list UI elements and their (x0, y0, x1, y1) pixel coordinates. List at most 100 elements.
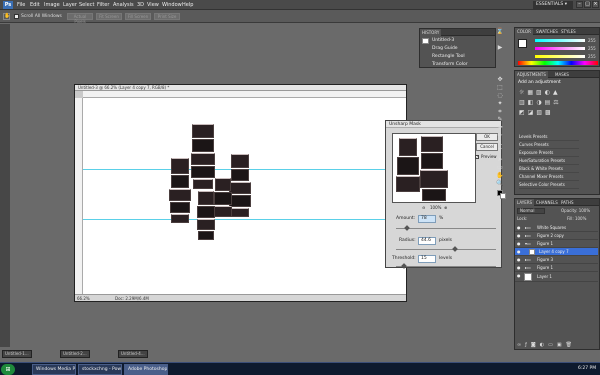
preview-checkbox[interactable]: ✓ (475, 155, 479, 159)
adjustment-preset-item[interactable]: Black & White Presets (519, 165, 579, 173)
hand-tool-icon[interactable]: ✋ (496, 172, 504, 179)
blend-mode-select[interactable]: Normal (517, 208, 545, 214)
eye-icon[interactable]: ● (517, 234, 521, 238)
fit-screen-button[interactable]: Fit Screen (96, 13, 122, 20)
cancel-button[interactable]: Cancel (476, 143, 498, 151)
eye-icon[interactable]: ● (517, 258, 521, 262)
fill-screen-button[interactable]: Fill Screen (125, 13, 151, 20)
menu-file[interactable]: File (17, 2, 25, 8)
guide-line[interactable] (83, 219, 406, 220)
radius-slider-knob[interactable] (452, 246, 458, 252)
menu-window[interactable]: Window (162, 2, 182, 8)
color-spectrum[interactable] (518, 61, 598, 65)
adjustment-preset-item[interactable]: Hue/Saturation Presets (519, 157, 579, 165)
minimized-document[interactable]: Untitled-1... (2, 350, 32, 358)
shape-tool-icon[interactable]: ▭ (496, 164, 504, 171)
zoom-tool-icon[interactable]: 🔍 (496, 180, 504, 187)
layer-row[interactable]: ● ▸▭ Figure 1 (515, 264, 598, 272)
tab-color[interactable]: COLOR (515, 28, 533, 35)
blue-slider[interactable] (535, 55, 585, 58)
path-select-icon[interactable]: ➤ (496, 156, 504, 163)
menu-view[interactable]: View (147, 2, 159, 8)
vertical-ruler[interactable] (75, 98, 83, 294)
tab-layers[interactable]: LAYERS (515, 199, 535, 206)
tab-history[interactable]: HISTORY (420, 29, 442, 36)
red-value[interactable]: 255 (588, 38, 596, 43)
hand-tool-icon[interactable]: ✋ (3, 13, 10, 20)
eye-icon[interactable]: ● (517, 250, 521, 254)
menu-edit[interactable]: Edit (30, 2, 40, 8)
clock[interactable]: 6:27 PM (578, 366, 596, 371)
taskbar-item[interactable]: stockxchng - Power... (78, 364, 122, 375)
healing-brush-icon[interactable]: ✚ (496, 124, 504, 131)
actions-icon[interactable]: ▶ (496, 44, 504, 51)
layer-row[interactable]: ● ▸▭ White Squares (515, 224, 598, 232)
menu-analysis[interactable]: Analysis (113, 2, 134, 8)
foreground-swatch[interactable] (518, 39, 527, 48)
preview-zoom-in-icon[interactable]: ⊕ (444, 205, 447, 210)
horizontal-ruler[interactable] (83, 91, 406, 98)
history-item[interactable]: Untitled-3 (432, 37, 454, 44)
tab-styles[interactable]: STYLES (559, 28, 578, 35)
preview-zoom-out-icon[interactable]: ⊖ (422, 205, 425, 210)
eye-icon[interactable]: ● (517, 242, 521, 246)
threshold-input[interactable]: 15 (418, 255, 436, 263)
workspace-switcher[interactable]: ESSENTIALS ▾ (533, 1, 573, 9)
minimize-icon[interactable]: – (576, 1, 583, 8)
red-slider[interactable] (535, 39, 585, 42)
type-tool-icon[interactable]: T (496, 148, 504, 155)
tab-masks[interactable]: MASKS (553, 71, 571, 78)
menu-3d[interactable]: 3D (137, 2, 144, 8)
eye-icon[interactable]: ● (517, 226, 521, 230)
layer-row[interactable]: ● ▸▭ Figure 3 (515, 256, 598, 264)
radius-input[interactable]: 44.6 (418, 237, 436, 245)
marquee-tool-icon[interactable]: ⬚ (496, 84, 504, 91)
move-tool-icon[interactable]: ✥ (496, 76, 504, 83)
layer-row[interactable]: ● ▸▭ Figure 2 copy (515, 232, 598, 240)
adjustment-preset-item[interactable]: Channel Mixer Presets (519, 173, 579, 181)
adjustment-preset-item[interactable]: Levels Presets (519, 133, 579, 141)
adjustment-preset-item[interactable]: Exposure Presets (519, 149, 579, 157)
brush-tool-icon[interactable]: ✏ (496, 132, 504, 139)
eye-icon[interactable]: ● (517, 266, 521, 270)
adjustment-preset-item[interactable]: Curves Presets (519, 141, 579, 149)
history-icon[interactable]: ⌛ (496, 28, 504, 35)
start-button[interactable]: ⊞ (1, 364, 15, 375)
minimized-document[interactable]: Untitled-2... (60, 350, 90, 358)
canvas[interactable] (83, 98, 406, 294)
minimized-document[interactable]: Untitled-4... (118, 350, 148, 358)
menu-help[interactable]: Help (182, 2, 193, 8)
ok-button[interactable]: OK (476, 133, 498, 141)
adjustment-preset-item[interactable]: Selective Color Presets (519, 181, 579, 189)
tab-swatches[interactable]: SWATCHES (534, 28, 560, 35)
tab-paths[interactable]: PATHS (559, 199, 576, 206)
taskbar-item[interactable]: Adobe Photoshop C... (124, 364, 168, 375)
dialog-title[interactable]: Unsharp Mask (386, 121, 501, 128)
layer-row[interactable]: ● ▾▭ Figure 1 (515, 240, 598, 248)
actual-pixels-button[interactable]: Actual Pixels (67, 13, 93, 24)
tab-adjustments[interactable]: ADJUSTMENTS (515, 71, 548, 78)
history-item[interactable]: Rectangle Tool (432, 53, 465, 60)
menu-image[interactable]: Image (44, 2, 60, 8)
eyedropper-icon[interactable]: ✎ (496, 116, 504, 123)
close-icon[interactable]: × (592, 1, 599, 8)
green-value[interactable]: 255 (588, 46, 596, 51)
layer-row[interactable]: ● Layer 1 (515, 272, 598, 282)
print-size-button[interactable]: Print Size (154, 13, 180, 20)
history-item[interactable]: Drag Guide (432, 45, 458, 52)
threshold-slider[interactable] (396, 266, 496, 267)
crop-tool-icon[interactable]: ⌗ (496, 108, 504, 115)
adjustment-icons-row-3[interactable]: ◩◪▧▩ (519, 109, 597, 116)
history-item[interactable]: Transform Color (432, 61, 468, 67)
tab-channels[interactable]: CHANNELS (534, 199, 560, 206)
maximize-icon[interactable]: □ (584, 1, 591, 8)
layer-actions-bar[interactable]: ∞ƒ◙◐▭▣🗑 (517, 342, 597, 348)
eye-icon[interactable]: ● (517, 274, 521, 278)
lasso-tool-icon[interactable]: ◌ (496, 92, 504, 99)
green-slider[interactable] (535, 47, 585, 50)
menu-filter[interactable]: Filter (97, 2, 109, 8)
adjustment-icons-row-2[interactable]: ▥◧◑▤⚖ (519, 99, 597, 106)
taskbar-item[interactable]: Windows Media Player (32, 364, 76, 375)
menu-select[interactable]: Select (79, 2, 94, 8)
adjustment-icons-row-1[interactable]: ☼▦▨◐▲ (519, 89, 597, 96)
